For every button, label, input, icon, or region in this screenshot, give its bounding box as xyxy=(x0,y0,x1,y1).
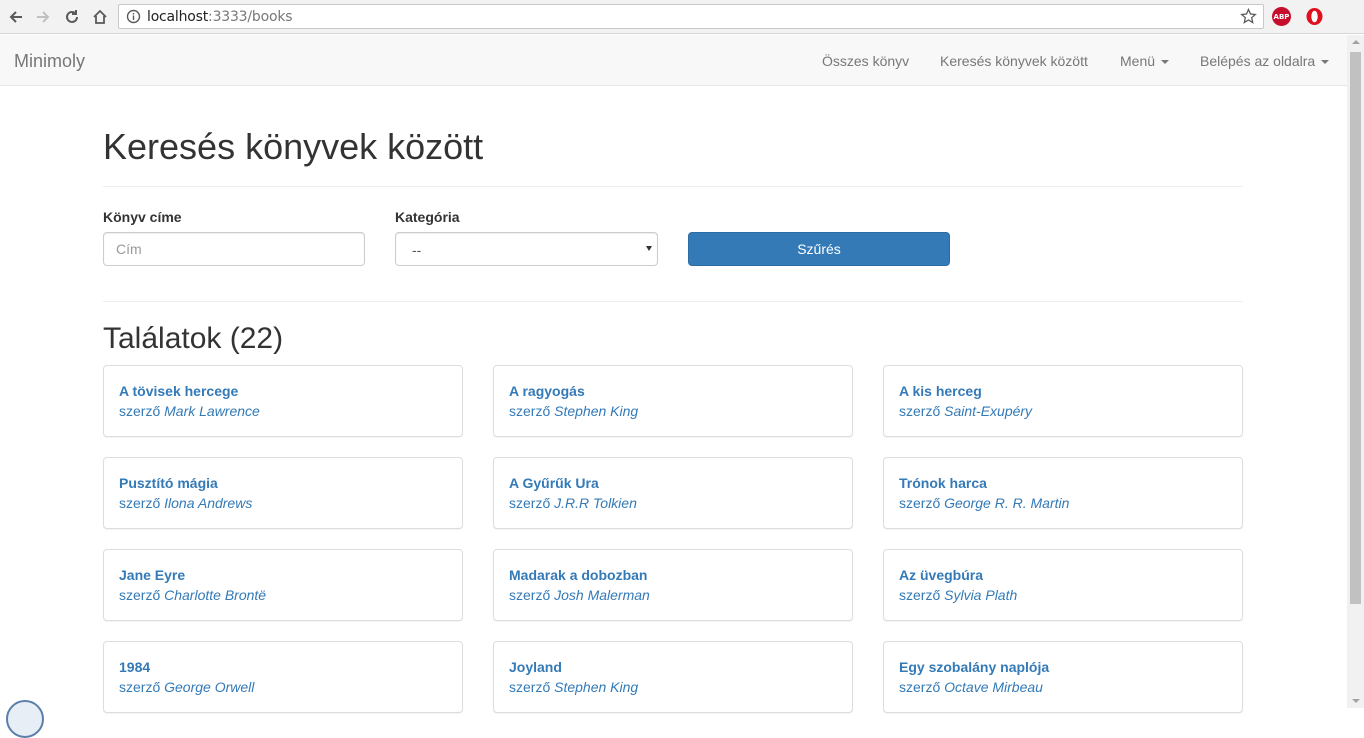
nav-all-books[interactable]: Összes könyv xyxy=(822,53,909,69)
book-card[interactable]: 1984 szerző George Orwell xyxy=(103,641,463,713)
book-author: szerző Ilona Andrews xyxy=(119,495,253,511)
floating-help-icon[interactable] xyxy=(6,700,44,738)
divider xyxy=(103,186,1243,187)
book-author: szerző George Orwell xyxy=(119,679,255,695)
scroll-up-arrow-icon[interactable] xyxy=(1352,40,1360,44)
book-card[interactable]: Az üvegbúra szerző Sylvia Plath xyxy=(883,549,1243,621)
home-icon[interactable] xyxy=(88,5,112,29)
brand-logo[interactable]: Minimoly xyxy=(14,51,85,72)
category-selected-value: -- xyxy=(412,242,422,258)
address-bar[interactable]: localhost:3333/books xyxy=(118,4,1264,29)
book-title-link[interactable]: A tövisek hercege xyxy=(119,383,238,399)
forward-arrow-icon[interactable] xyxy=(31,5,55,29)
book-author: szerző Mark Lawrence xyxy=(119,403,260,419)
book-card[interactable]: A tövisek hercege szerző Mark Lawrence xyxy=(103,365,463,437)
book-author: szerző Sylvia Plath xyxy=(899,587,1018,603)
reload-icon[interactable] xyxy=(60,5,84,29)
browser-toolbar: localhost:3333/books ABP xyxy=(0,0,1364,34)
book-author: szerző Stephen King xyxy=(509,679,639,695)
book-card[interactable]: Madarak a dobozban szerző Josh Malerman xyxy=(493,549,853,621)
info-icon[interactable] xyxy=(126,9,141,24)
book-title-link[interactable]: Egy szobalány naplója xyxy=(899,659,1049,675)
title-search-input[interactable] xyxy=(103,232,365,266)
nav-menu-dropdown[interactable]: Menü xyxy=(1120,53,1170,69)
book-author: szerző Josh Malerman xyxy=(509,587,650,603)
book-title-link[interactable]: Az üvegbúra xyxy=(899,567,983,583)
book-card[interactable]: Jane Eyre szerző Charlotte Brontë xyxy=(103,549,463,621)
opera-icon[interactable] xyxy=(1305,7,1324,26)
scroll-down-arrow-icon[interactable] xyxy=(1352,699,1360,703)
nav-menu-label: Menü xyxy=(1120,53,1156,69)
site-navbar: Minimoly Összes könyv Keresés könyvek kö… xyxy=(0,35,1347,86)
bookmark-star-icon[interactable] xyxy=(1240,8,1257,25)
nav-login-dropdown[interactable]: Belépés az oldalra xyxy=(1200,53,1330,69)
page-scrollbar[interactable] xyxy=(1347,35,1364,708)
book-author: szerző Octave Mirbeau xyxy=(899,679,1043,695)
caret-down-icon xyxy=(1321,60,1330,65)
book-title-link[interactable]: A kis herceg xyxy=(899,383,982,399)
nav-search-books[interactable]: Keresés könyvek között xyxy=(940,53,1088,69)
page-title: Keresés könyvek között xyxy=(103,126,484,167)
book-title-link[interactable]: Pusztító mágia xyxy=(119,475,218,491)
book-title-link[interactable]: Jane Eyre xyxy=(119,567,185,583)
book-title-link[interactable]: 1984 xyxy=(119,659,150,675)
book-card[interactable]: A Gyűrűk Ura szerző J.R.R Tolkien xyxy=(493,457,853,529)
book-card[interactable]: Joyland szerző Stephen King xyxy=(493,641,853,713)
book-card[interactable]: Trónok harca szerző George R. R. Martin xyxy=(883,457,1243,529)
book-author: szerző George R. R. Martin xyxy=(899,495,1070,511)
book-card[interactable]: Pusztító mágia szerző Ilona Andrews xyxy=(103,457,463,529)
title-label: Könyv címe xyxy=(103,209,182,225)
book-author: szerző Stephen King xyxy=(509,403,639,419)
caret-down-icon xyxy=(1161,60,1170,65)
category-select[interactable]: -- xyxy=(395,232,658,266)
book-title-link[interactable]: Trónok harca xyxy=(899,475,987,491)
dropdown-arrow-icon xyxy=(646,246,652,251)
book-author: szerző Charlotte Brontë xyxy=(119,587,267,603)
book-card[interactable]: Egy szobalány naplója szerző Octave Mirb… xyxy=(883,641,1243,713)
divider xyxy=(103,301,1243,302)
book-title-link[interactable]: A ragyogás xyxy=(509,383,585,399)
adblock-plus-icon[interactable]: ABP xyxy=(1272,7,1291,26)
book-title-link[interactable]: A Gyűrűk Ura xyxy=(509,475,599,491)
book-title-link[interactable]: Madarak a dobozban xyxy=(509,567,647,583)
results-title: Találatok (22) xyxy=(103,322,284,355)
book-author: szerző Saint-Exupéry xyxy=(899,403,1033,419)
book-author: szerző J.R.R Tolkien xyxy=(509,495,637,511)
scroll-thumb[interactable] xyxy=(1350,52,1361,604)
filter-button[interactable]: Szűrés xyxy=(688,232,950,266)
back-arrow-icon[interactable] xyxy=(4,5,28,29)
book-title-link[interactable]: Joyland xyxy=(509,659,562,675)
category-label: Kategória xyxy=(395,209,460,225)
nav-login-label: Belépés az oldalra xyxy=(1200,53,1316,69)
book-card[interactable]: A ragyogás szerző Stephen King xyxy=(493,365,853,437)
book-card[interactable]: A kis herceg szerző Saint-Exupéry xyxy=(883,365,1243,437)
url-text: localhost:3333/books xyxy=(147,9,293,25)
